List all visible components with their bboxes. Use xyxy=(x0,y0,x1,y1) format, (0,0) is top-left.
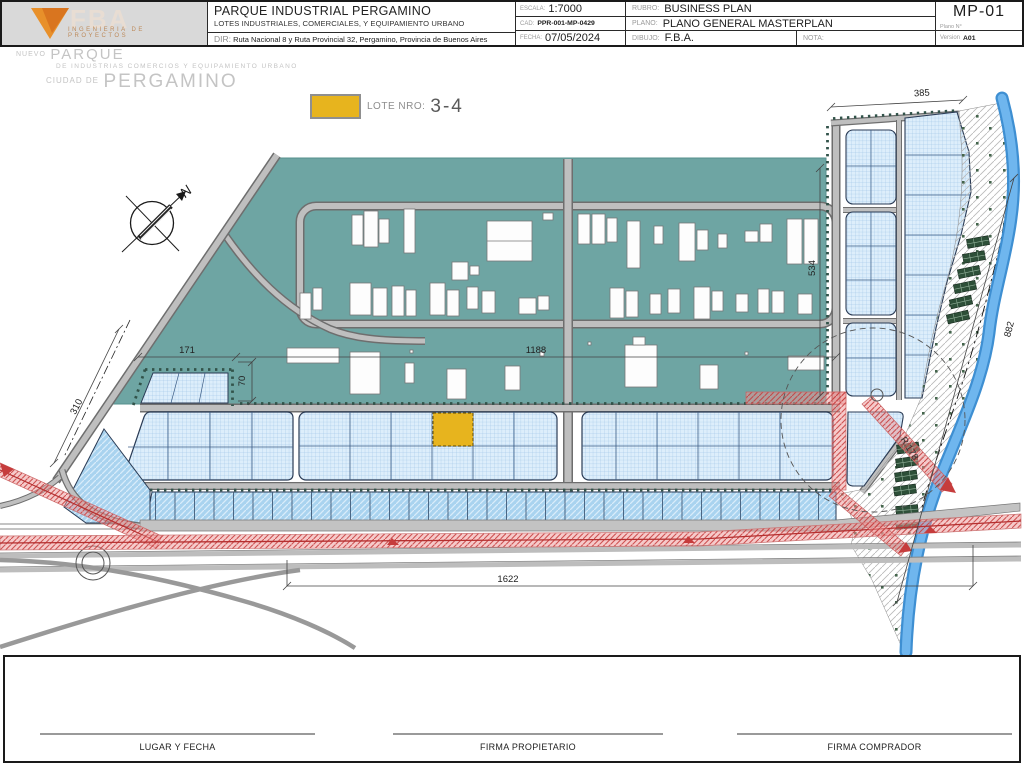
dim-1188: 1188 xyxy=(526,345,546,356)
signature-buyer-label: FIRMA COMPRADOR xyxy=(827,742,921,752)
dim-1622: 1622 xyxy=(497,574,518,585)
signature-place-date: LUGAR Y FECHA xyxy=(40,733,315,755)
masterplan-drawing-page: { "title_block": { "logo_company": "FBA"… xyxy=(0,0,1024,768)
signature-owner: FIRMA PROPIETARIO xyxy=(393,733,663,755)
dir-value: Ruta Nacional 8 y Ruta Provincial 32, Pe… xyxy=(233,35,487,44)
lot-band-upper xyxy=(124,412,833,480)
watermark-nuevo: NUEVO xyxy=(16,51,46,58)
signature-line xyxy=(40,733,315,735)
signature-place-date-label: LUGAR Y FECHA xyxy=(139,742,215,752)
fecha-value: 07/05/2024 xyxy=(545,32,600,44)
dim-171: 171 xyxy=(179,345,195,356)
version-value: A01 xyxy=(963,35,975,42)
escala-value: 1:7000 xyxy=(548,3,582,15)
escala-label: ESCALA: xyxy=(520,6,545,12)
lot-legend-label: LOTE NRO: xyxy=(367,101,425,112)
north-compass: N xyxy=(122,181,195,252)
watermark-subtitle: DE INDUSTRIAS COMERCIOS Y EQUIPAMIENTO U… xyxy=(56,64,298,71)
project-watermark: NUEVO PARQUE DE INDUSTRIAS COMERCIOS Y E… xyxy=(16,47,298,92)
plano-value: PLANO GENERAL MASTERPLAN xyxy=(663,18,833,30)
logo-cell: FBA INGENIERIA DE PROYECTOS xyxy=(2,2,207,45)
dim-310: 310 xyxy=(68,397,85,416)
cad-label: CAD: xyxy=(520,21,534,27)
project-title-cell: PARQUE INDUSTRIAL PERGAMINO LOTES INDUST… xyxy=(207,2,515,45)
cad-value: PPR-001-MP-0429 xyxy=(537,20,594,27)
watermark-ciudad-de: CIUDAD DE xyxy=(46,76,99,85)
lot-legend: LOTE NRO: 3-4 xyxy=(310,94,464,119)
rubro-value: BUSINESS PLAN xyxy=(664,3,751,15)
company-logo-icon xyxy=(30,7,70,41)
logo-tagline: INGENIERIA DE PROYECTOS xyxy=(68,27,207,39)
lot-color-swatch xyxy=(310,94,361,119)
title-block: FBA INGENIERIA DE PROYECTOS PARQUE INDUS… xyxy=(0,0,1024,47)
dibujo-label: DIBUJO: xyxy=(632,35,660,42)
signature-buyer: FIRMA COMPRADOR xyxy=(737,733,1012,755)
sheet-number-cell: MP-01 Plano N° Version A01 xyxy=(935,2,1022,45)
watermark-parque: PARQUE xyxy=(50,46,124,63)
dibujo-value: F.B.A. xyxy=(665,32,694,44)
dir-label: DIR: xyxy=(214,34,231,44)
watermark-pergamino: PERGAMINO xyxy=(103,71,237,92)
plano-label: PLANO: xyxy=(632,20,658,27)
nota-label: NOTA: xyxy=(803,35,824,42)
signature-owner-label: FIRMA PROPIETARIO xyxy=(480,742,576,752)
version-label: Version xyxy=(940,35,960,41)
scale-cad-date-cell: ESCALA: 1:7000 CAD: PPR-001-MP-0429 FECH… xyxy=(515,2,625,45)
signature-line xyxy=(393,733,663,735)
sheet-number-label: Plano N° xyxy=(940,24,962,30)
project-title: PARQUE INDUSTRIAL PERGAMINO xyxy=(214,4,509,18)
rubro-label: RUBRO: xyxy=(632,5,659,12)
dim-385: 385 xyxy=(914,87,931,99)
project-subtitle: LOTES INDUSTRIALES, COMERCIALES, Y EQUIP… xyxy=(214,19,509,28)
site-plan-canvas: R.178 385 534 882 171 1188 70 310 1622 xyxy=(0,0,1024,768)
highlighted-lot-3-4 xyxy=(433,413,473,446)
fecha-label: FECHA: xyxy=(520,35,542,41)
dim-882: 882 xyxy=(1002,320,1017,338)
dim-70: 70 xyxy=(237,376,248,387)
small-lot-block xyxy=(141,373,228,403)
signature-line xyxy=(737,733,1012,735)
sheet-code: MP-01 xyxy=(936,3,1022,21)
lot-legend-value: 3-4 xyxy=(430,96,463,118)
signature-box: LUGAR Y FECHA FIRMA PROPIETARIO FIRMA CO… xyxy=(3,655,1021,763)
dim-534: 534 xyxy=(807,260,818,276)
rubro-plano-cell: RUBRO: BUSINESS PLAN PLANO: PLANO GENERA… xyxy=(625,2,935,45)
